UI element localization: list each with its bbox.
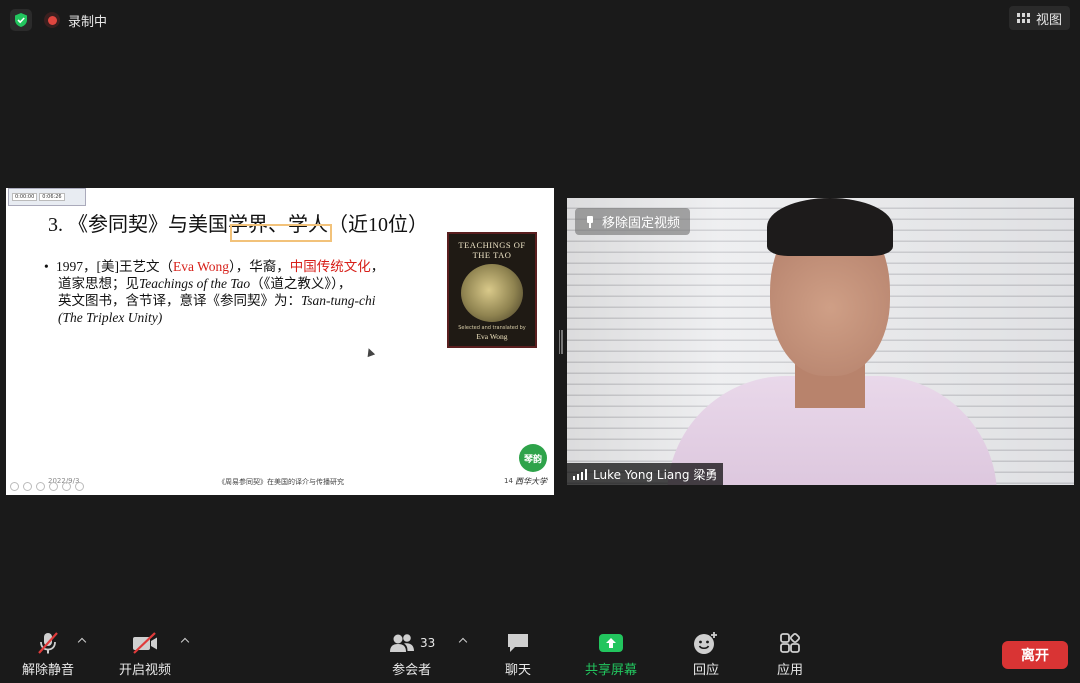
participant-video-tile[interactable]: 移除固定视频 Luke Yong Liang 梁勇 <box>567 198 1074 485</box>
security-shield-icon[interactable] <box>10 9 32 31</box>
start-video-button[interactable]: 开启视频 <box>119 630 171 678</box>
book-cover-art <box>461 264 523 322</box>
video-camera-off-icon <box>130 630 160 656</box>
nav-prev-icon[interactable] <box>10 482 19 491</box>
share-screen-button[interactable]: 共享屏幕 <box>585 630 637 678</box>
participants-icon-row: 33 <box>388 630 435 656</box>
reactions-button[interactable]: 回应 <box>692 630 720 678</box>
bullet-line2-a: 道家思想；见 <box>58 276 139 291</box>
panel-splitter-handle[interactable] <box>559 330 564 354</box>
participants-label: 参会者 <box>392 663 432 678</box>
start-video-label: 开启视频 <box>119 663 172 678</box>
bullet-line-2: 道家思想；见Teachings of the Tao（《道之教义》）， <box>44 275 444 292</box>
chat-bubble-icon <box>505 630 531 656</box>
view-label: 视图 <box>1035 12 1062 28</box>
bullet-red-2: 中国传统文化 <box>289 259 371 274</box>
share-screen-arrow-icon <box>597 630 625 656</box>
bullet-line3-italic: Tsan-tung-chi <box>301 293 376 308</box>
nav-pen-icon[interactable] <box>36 482 45 491</box>
bullet-line2-b: （《道之教义》）， <box>250 276 352 291</box>
apps-label: 应用 <box>777 663 804 678</box>
nav-menu-icon[interactable] <box>62 482 71 491</box>
chat-label: 聊天 <box>505 663 532 678</box>
participant-name: Luke Yong Liang 梁勇 <box>593 467 718 482</box>
view-button[interactable]: 视图 <box>1008 6 1070 30</box>
apps-button[interactable]: 应用 <box>777 630 803 678</box>
recording-dot-icon <box>44 12 60 28</box>
participant-hair <box>767 198 893 256</box>
annotation-highlight-box <box>230 224 332 242</box>
book-author: Eva Wong <box>476 332 508 341</box>
book-title-line1: TEACHINGS OF <box>458 240 526 250</box>
bullet-text-1: 1997，[美]王艺文（ <box>56 259 173 274</box>
participants-button[interactable]: 33 参会者 <box>388 630 435 678</box>
unpin-label: 移除固定视频 <box>602 216 681 231</box>
participants-options-chevron-up-icon[interactable] <box>458 636 468 646</box>
bullet-marker: • <box>44 259 49 274</box>
participants-icon <box>390 634 414 652</box>
participant-name-tag: Luke Yong Liang 梁勇 <box>567 463 724 485</box>
grid-view-icon <box>1016 13 1030 23</box>
unpin-video-button[interactable]: 移除固定视频 <box>575 208 691 235</box>
pin-icon <box>585 215 595 228</box>
slide-nav-controls[interactable] <box>10 482 84 491</box>
slide-page-number: 14 <box>504 477 513 485</box>
bullet-line-4: (The Triplex Unity) <box>58 310 163 325</box>
apps-icon <box>777 630 803 656</box>
bullet-line3-a: 英文图书，含节译，意译《参同契》为： <box>58 293 301 308</box>
share-screen-label: 共享屏幕 <box>585 663 638 678</box>
reactions-label: 回应 <box>692 663 719 678</box>
book-cover-image: TEACHINGS OF THE TAO Selected and transl… <box>447 232 537 348</box>
leave-meeting-button[interactable]: 离开 <box>1002 641 1068 669</box>
video-options-chevron-up-icon[interactable] <box>180 636 190 646</box>
shared-screen: 0:00:00 0:06:26 3. 《参同契》与美国学界、学人（近10位） •… <box>6 188 554 495</box>
channel-logo: 琴韵 <box>519 444 547 472</box>
slide-footer-title: 《周易参同契》在美国的译介与传播研究 <box>218 478 344 486</box>
player-time-start: 0:00:00 <box>12 193 38 201</box>
university-logo-text: 西华大学 <box>515 477 547 486</box>
smiley-face-icon <box>692 630 720 656</box>
participants-count: 33 <box>420 636 436 650</box>
recording-indicator[interactable]: 录制中 <box>44 9 107 31</box>
recording-label: 录制中 <box>68 14 108 30</box>
signal-strength-icon <box>573 468 587 480</box>
mini-media-player[interactable]: 0:00:00 0:06:26 <box>8 188 86 206</box>
microphone-muted-icon <box>35 630 61 656</box>
bullet-red-1: Eva Wong <box>173 259 230 274</box>
nav-more-icon[interactable] <box>75 482 84 491</box>
mouse-cursor-icon <box>364 346 376 358</box>
nav-zoom-icon[interactable] <box>49 482 58 491</box>
unmute-label: 解除静音 <box>22 663 75 678</box>
bullet-line-3: 英文图书，含节译，意译《参同契》为：Tsan-tung-chi <box>44 292 444 309</box>
unmute-button[interactable]: 解除静音 <box>22 630 74 678</box>
book-title-line2: THE TAO <box>472 250 512 260</box>
nav-next-icon[interactable] <box>23 482 32 491</box>
bullet-text-3: ， <box>370 259 385 274</box>
slide-bullet: • 1997，[美]王艺文（Eva Wong），华裔，中国传统文化， 道家思想；见… <box>44 258 444 326</box>
book-credit: Selected and translated by <box>458 325 526 331</box>
chat-button[interactable]: 聊天 <box>505 630 531 678</box>
audio-options-chevron-up-icon[interactable] <box>77 636 87 646</box>
bullet-text-2: ），华裔， <box>229 259 290 274</box>
bullet-line2-italic: Teachings of the Tao <box>139 276 251 291</box>
player-time-end: 0:06:26 <box>39 193 65 201</box>
meeting-toolbar: 解除静音 开启视频 33 参会者 聊天 共享屏幕 回应 应用 离开 <box>0 622 1080 683</box>
